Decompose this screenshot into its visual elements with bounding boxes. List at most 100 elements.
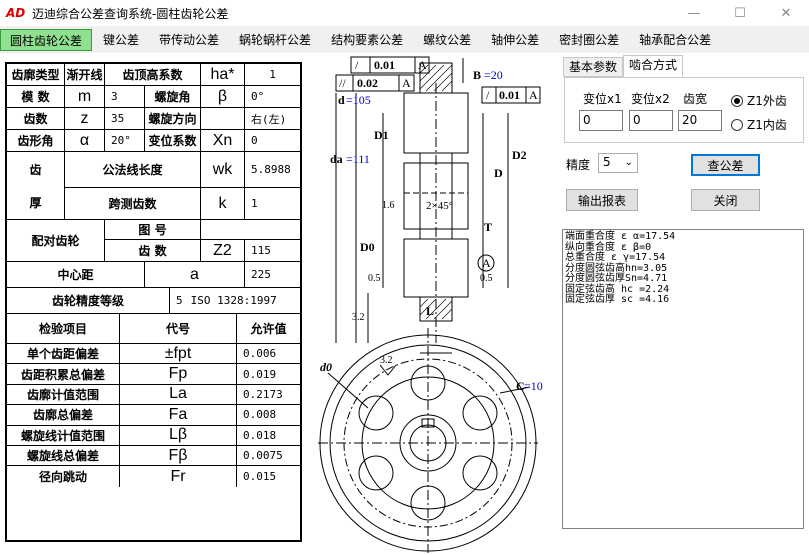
fcf-mid-value: 0.02 (357, 76, 378, 90)
face-width-input[interactable]: 20 (678, 110, 722, 131)
tab-bearing[interactable]: 轴承配合公差 (630, 29, 720, 51)
export-report-button[interactable]: 输出报表 (566, 189, 638, 211)
dim-d0-small-label: d0 (320, 360, 332, 374)
helix-angle-symbol: β (201, 86, 245, 108)
tab-shaft[interactable]: 轴伸公差 (482, 29, 548, 51)
module-label: 模 数 (7, 86, 65, 108)
shift-x2-input[interactable]: 0 (629, 110, 673, 131)
tol-header-value: 允许值 (237, 314, 300, 344)
tolerance-value: 0.015 (243, 470, 277, 484)
tolerance-item: 齿廓计值范围 (7, 384, 120, 406)
tolerance-value: 0.018 (237, 426, 300, 446)
mating-teeth-label: 齿 数 (105, 240, 201, 262)
tolerance-value: 0.0075 (237, 446, 300, 467)
tolerance-code: Fp (120, 364, 237, 385)
shift-coef-value: 0 (245, 130, 300, 152)
dim-da-label: da (330, 152, 343, 166)
accuracy-grade-value: 5 ISO 1328:1997 (170, 288, 300, 314)
tolerance-value: 0.006 (237, 344, 300, 365)
shift-coef-symbol: Xn (201, 130, 245, 152)
dim-d-label: d (338, 93, 345, 107)
close-icon[interactable]: ✕ (763, 0, 809, 26)
roughness-3: 0.5 (480, 273, 493, 284)
tab-basic-params[interactable]: 基本参数 (563, 57, 624, 77)
radio-external-gear[interactable]: Z1外齿 (731, 92, 787, 109)
radio-internal-gear[interactable]: Z1内齿 (731, 116, 787, 133)
minimize-icon[interactable]: — (671, 0, 717, 26)
tab-belt[interactable]: 带传动公差 (150, 29, 228, 51)
tolerance-code: Fa (120, 405, 237, 426)
tab-thread[interactable]: 螺纹公差 (414, 29, 480, 51)
precision-label: 精度 (566, 158, 591, 172)
drawing-no-value (201, 220, 300, 240)
close-button[interactable]: 关闭 (691, 189, 760, 211)
pressure-angle-value: 20° (105, 130, 145, 152)
span-teeth-symbol: k (201, 188, 245, 220)
param-tabs: 基本参数 啮合方式 (563, 55, 684, 77)
roughness-5: 3.2 (380, 355, 393, 366)
title-bar: AD 迈迪综合公差查询系统-圆柱齿轮公差 — ☐ ✕ (0, 0, 809, 26)
fcf-right-value: 0.01 (499, 88, 520, 102)
pressure-angle-label: 齿形角 (7, 130, 65, 152)
accuracy-grade-number: 5 (176, 294, 183, 307)
addendum-coef-symbol: ha* (201, 64, 245, 86)
dim-D-label: D (494, 166, 503, 180)
mesh-mode-panel: 变位x1 变位x2 齿宽 0 0 20 Z1外齿 Z1内齿 (564, 77, 804, 143)
window-controls: — ☐ ✕ (671, 0, 809, 26)
result-line: 总重合度 ε γ=17.54 (565, 252, 666, 263)
base-tangent-value: 5.8988 (245, 152, 300, 188)
dim-d-value: =105 (346, 93, 371, 107)
dim-t-label: T (484, 220, 492, 234)
results-textarea[interactable]: 端面重合度 ε α=17.54 纵向重合度 ε β=0 总重合度 ε γ=17.… (562, 229, 804, 529)
tab-worm[interactable]: 蜗轮蜗杆公差 (230, 29, 320, 51)
radio-unchecked-icon (731, 118, 743, 131)
dim-d2-label: D2 (512, 148, 527, 162)
tab-structure[interactable]: 结构要素公差 (322, 29, 412, 51)
teeth-count-label: 齿数 (7, 108, 65, 130)
tolerance-code: Lβ (120, 425, 237, 446)
dim-b-label: B (473, 68, 481, 82)
tolerance-value: 0.019 (237, 364, 300, 385)
addendum-coef-value: 1 (245, 64, 300, 86)
tol-header-item: 检验项目 (7, 314, 120, 344)
drawing-no-label: 图 号 (105, 220, 201, 240)
dim-l-label: L (426, 304, 434, 318)
tab-mesh-mode[interactable]: 啮合方式 (623, 55, 684, 77)
fcf-top-symbol: / (355, 58, 359, 72)
helix-angle-label: 螺旋角 (145, 86, 201, 108)
tab-cylindrical-gear[interactable]: 圆柱齿轮公差 (0, 28, 93, 51)
result-line: 固定弦齿厚 sc =4.16 (565, 294, 670, 305)
precision-select[interactable]: 5 ⌄ (598, 153, 638, 173)
fcf-top-value: 0.01 (374, 58, 395, 72)
profile-type-label: 齿廓类型 (7, 64, 65, 86)
teeth-count-value: 35 (105, 108, 145, 130)
tab-key[interactable]: 键公差 (94, 29, 148, 51)
shift-x1-input[interactable]: 0 (579, 110, 623, 131)
face-width-label: 齿宽 (683, 92, 708, 106)
dim-d1-label: D1 (374, 128, 389, 142)
query-tolerance-button[interactable]: 查公差 (691, 154, 760, 176)
shift-x1-label: 变位x1 (583, 92, 622, 106)
main-area: 齿廓类型 渐开线 齿顶高系数 ha* 1 模 数 m 3 螺旋角 β 0° 齿数… (0, 53, 809, 555)
radio-checked-icon (731, 94, 743, 107)
module-value: 3 (105, 86, 145, 108)
tab-seal[interactable]: 密封圈公差 (550, 29, 628, 51)
tolerance-item: 齿廓总偏差 (7, 405, 120, 426)
result-line: 分度圆弦齿厚Sn=4.71 (565, 273, 668, 284)
tolerance-code: Fr (120, 466, 237, 487)
center-distance-value: 225 (245, 262, 300, 288)
base-tangent-symbol: wk (201, 152, 245, 188)
profile-type-value: 渐开线 (65, 64, 105, 86)
mating-teeth-symbol: Z2 (201, 240, 245, 262)
tolerance-item: 径向跳动 (7, 466, 120, 487)
tolerance-code: Fβ (120, 446, 237, 467)
maximize-icon[interactable]: ☐ (717, 0, 763, 26)
right-panel: 基本参数 啮合方式 变位x1 变位x2 齿宽 0 0 20 Z1外齿 Z1内齿 … (558, 53, 809, 553)
fcf-mid-ref: A (402, 76, 411, 90)
tooth-thickness-label-1: 齿 (7, 152, 65, 186)
tolerance-code: La (120, 384, 237, 406)
window-title: 迈迪综合公差查询系统-圆柱齿轮公差 (32, 6, 229, 21)
tolerance-value: 0.2173 (237, 385, 300, 406)
datum-a-label: A (482, 256, 491, 270)
center-distance-label: 中心距 (7, 262, 145, 288)
